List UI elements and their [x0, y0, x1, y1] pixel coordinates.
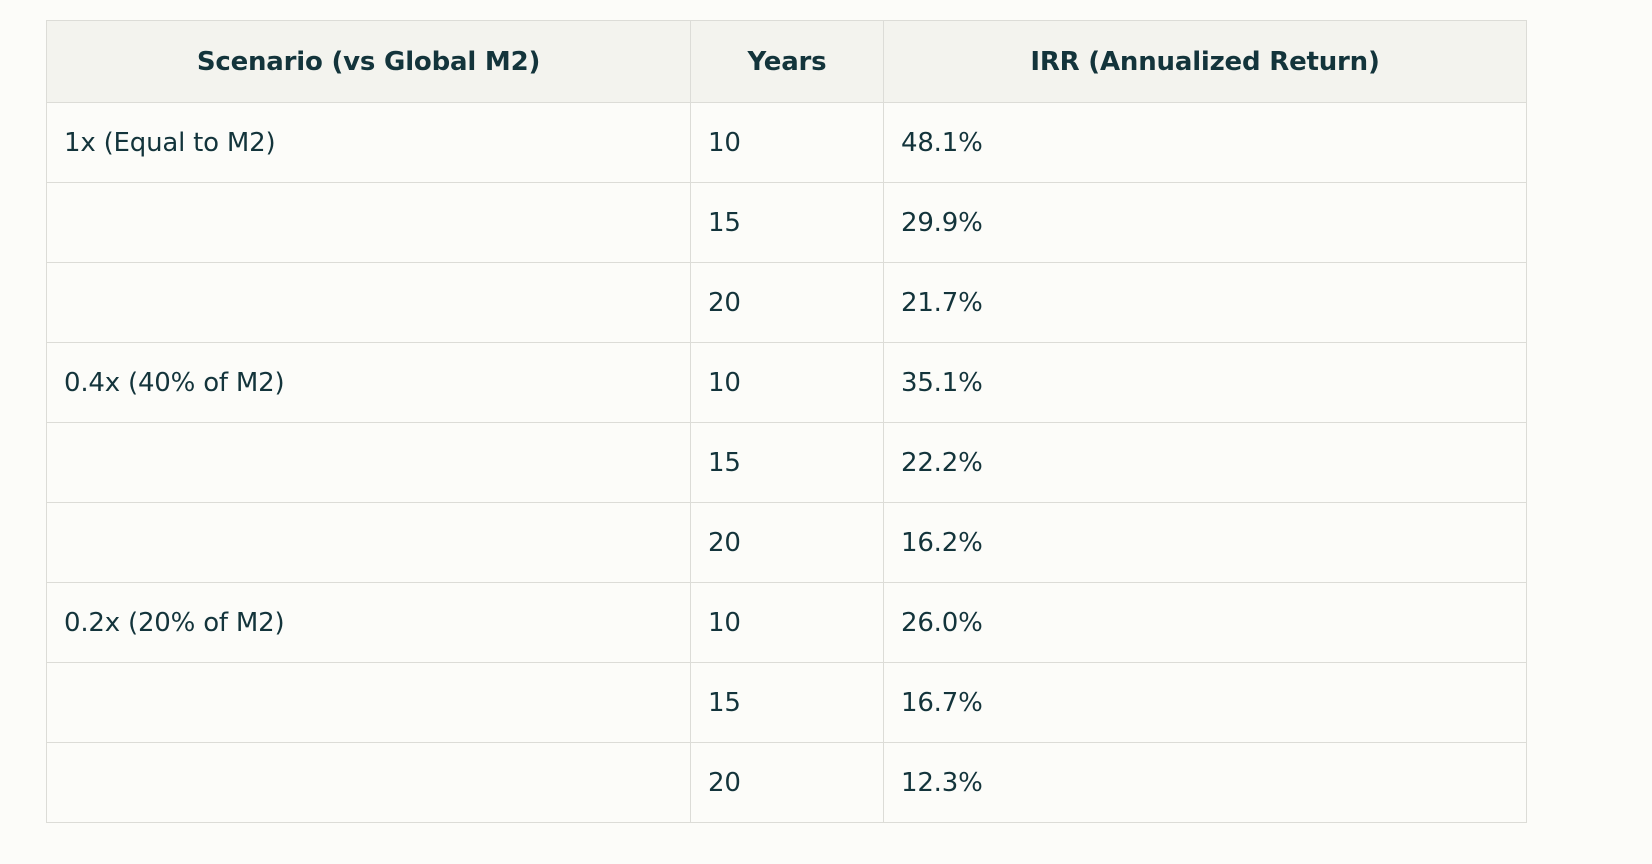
cell-irr: 16.2%	[883, 502, 1527, 583]
header-irr: IRR (Annualized Return)	[883, 20, 1527, 103]
cell-scenario	[46, 262, 691, 343]
cell-years: 10	[690, 102, 884, 183]
cell-irr: 21.7%	[883, 262, 1527, 343]
cell-years: 15	[690, 422, 884, 503]
table-row: 15 16.7%	[46, 662, 1527, 743]
cell-years: 15	[690, 182, 884, 263]
irr-table-container: Scenario (vs Global M2) Years IRR (Annua…	[46, 20, 1527, 823]
cell-irr: 35.1%	[883, 342, 1527, 423]
cell-irr: 29.9%	[883, 182, 1527, 263]
cell-years: 15	[690, 662, 884, 743]
table-row: 20 21.7%	[46, 262, 1527, 343]
table-row: 1x (Equal to M2) 10 48.1%	[46, 102, 1527, 183]
table-row: 20 16.2%	[46, 502, 1527, 583]
cell-irr: 22.2%	[883, 422, 1527, 503]
cell-irr: 26.0%	[883, 582, 1527, 663]
cell-scenario	[46, 662, 691, 743]
cell-years: 20	[690, 502, 884, 583]
cell-scenario: 0.2x (20% of M2)	[46, 582, 691, 663]
table-body: 1x (Equal to M2) 10 48.1% 15 29.9% 20 21…	[46, 102, 1527, 823]
cell-scenario: 0.4x (40% of M2)	[46, 342, 691, 423]
cell-scenario	[46, 182, 691, 263]
cell-scenario	[46, 502, 691, 583]
cell-irr: 12.3%	[883, 742, 1527, 823]
cell-years: 10	[690, 342, 884, 423]
cell-scenario	[46, 422, 691, 503]
table-row: 0.4x (40% of M2) 10 35.1%	[46, 342, 1527, 423]
table-header: Scenario (vs Global M2) Years IRR (Annua…	[46, 20, 1527, 103]
irr-table: Scenario (vs Global M2) Years IRR (Annua…	[46, 20, 1527, 823]
cell-scenario	[46, 742, 691, 823]
cell-scenario: 1x (Equal to M2)	[46, 102, 691, 183]
table-header-row: Scenario (vs Global M2) Years IRR (Annua…	[46, 20, 1527, 103]
cell-years: 20	[690, 742, 884, 823]
table-row: 15 22.2%	[46, 422, 1527, 503]
cell-years: 10	[690, 582, 884, 663]
cell-irr: 48.1%	[883, 102, 1527, 183]
cell-years: 20	[690, 262, 884, 343]
header-years: Years	[690, 20, 884, 103]
table-row: 0.2x (20% of M2) 10 26.0%	[46, 582, 1527, 663]
table-row: 20 12.3%	[46, 742, 1527, 823]
cell-irr: 16.7%	[883, 662, 1527, 743]
header-scenario: Scenario (vs Global M2)	[46, 20, 691, 103]
table-row: 15 29.9%	[46, 182, 1527, 263]
